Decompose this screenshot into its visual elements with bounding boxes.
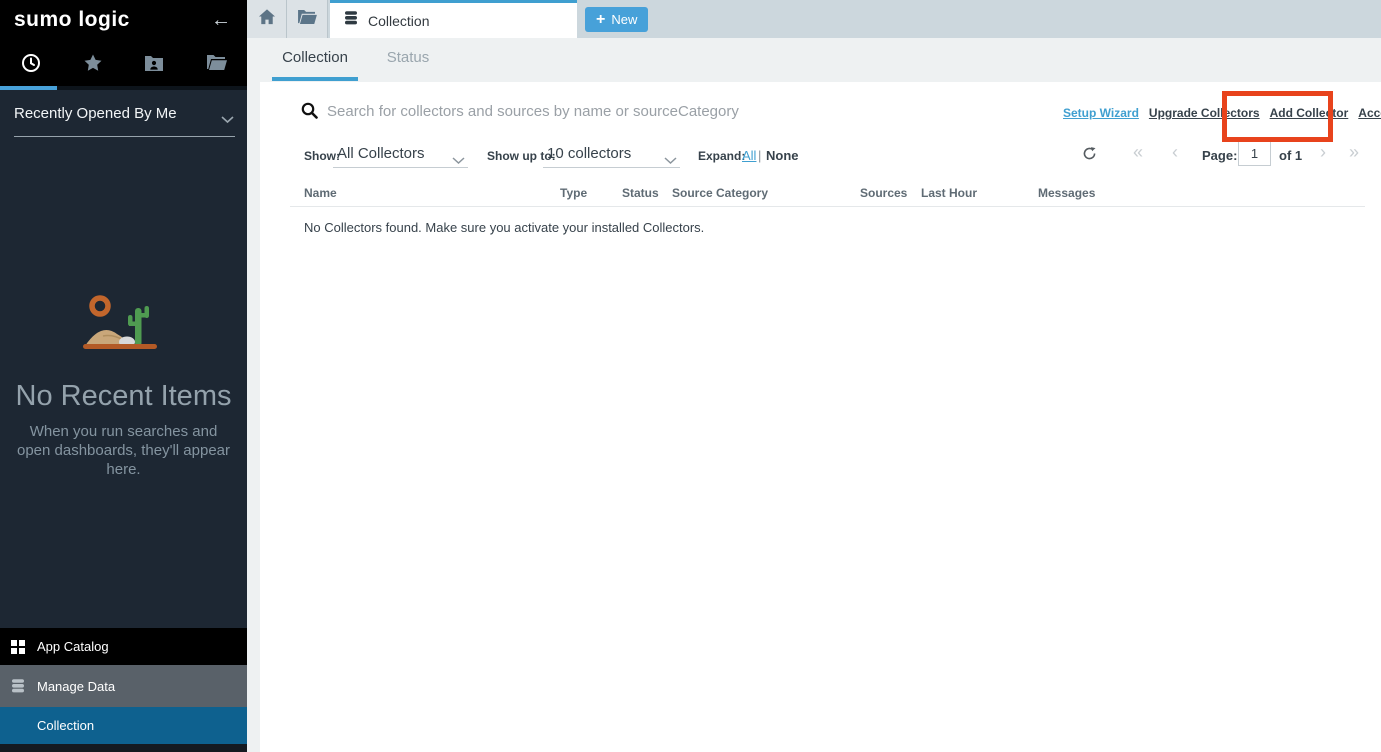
subtab-row: Collection Status [247,38,1381,82]
new-button-label: New [611,12,637,27]
upgrade-collectors-link[interactable]: Upgrade Collectors [1149,106,1260,120]
recent-filter-label: Recently Opened By Me [14,105,177,122]
column-header-source-category: Source Category [672,186,768,200]
shared-folder-icon [144,54,164,77]
column-header-sources: Sources [860,186,907,200]
page-number-input[interactable] [1238,141,1271,166]
clock-icon [21,53,41,78]
column-header-messages: Messages [1038,186,1095,200]
app-catalog-label: App Catalog [37,639,109,654]
show-up-to-value: 10 collectors [547,145,631,162]
sidebar-tab-shared[interactable] [124,40,186,90]
column-header-type: Type [560,186,587,200]
chevron-down-icon [221,111,234,129]
sidebar-tab-favorites[interactable] [62,40,124,90]
tab-collection[interactable]: Collection [330,0,577,38]
subtab-status[interactable]: Status [375,38,441,77]
grid-icon [10,639,27,655]
pagination-next-button[interactable]: › [1320,143,1326,161]
page-label: Page: [1202,148,1237,163]
expand-label: Expand: [698,149,745,163]
sidebar-icon-nav [0,40,247,90]
expand-separator: | [758,148,761,163]
show-up-to-select[interactable]: 10 collectors [543,142,680,168]
home-icon [258,8,276,30]
refresh-icon[interactable] [1082,146,1097,166]
open-folder-icon [297,9,317,30]
pagination-prev-button[interactable]: ‹ [1172,143,1178,161]
recent-filter-underline [14,136,235,137]
subtab-collection[interactable]: Collection [272,38,358,77]
sidebar-item-app-catalog[interactable]: App Catalog [0,628,247,665]
collector-links-row: Setup Wizard Upgrade Collectors Add Coll… [1063,106,1381,120]
table-header-divider [290,206,1365,207]
database-icon [343,10,359,31]
tab-collection-label: Collection [368,13,429,29]
open-folder-icon [206,54,227,76]
content-panel [260,82,1381,752]
show-collectors-select[interactable]: All Collectors [333,142,468,168]
logo-bar: sumo logic ← [0,0,247,40]
column-header-last-hour: Last Hour [921,186,977,200]
column-header-status: Status [622,186,659,200]
add-collector-link[interactable]: Add Collector [1270,106,1349,120]
sidebar-bottom-nav: App Catalog Manage Data Collection [0,628,247,752]
column-header-name: Name [304,186,337,200]
expand-none-link[interactable]: None [766,148,799,163]
chevron-down-icon [664,152,677,170]
search-input[interactable] [327,98,907,124]
pagination-last-button[interactable]: » [1349,143,1359,161]
sidebar-bottom-strip [0,744,247,752]
setup-wizard-link[interactable]: Setup Wizard [1063,106,1139,120]
empty-collectors-message: No Collectors found. Make sure you activ… [304,220,704,235]
collapse-sidebar-arrow-icon[interactable]: ← [211,9,231,32]
sidebar: sumo logic ← [0,0,247,752]
plus-icon: + [596,12,605,28]
database-icon [10,678,27,694]
sidebar-tab-library[interactable] [185,40,247,90]
page-count-label: of 1 [1279,148,1302,163]
app-root: sumo logic ← [0,0,1381,752]
recent-filter-dropdown[interactable]: Recently Opened By Me [0,90,247,138]
no-recent-items-subtitle: When you run searches and open dashboard… [11,422,236,479]
star-icon [83,53,103,78]
search-icon [301,102,318,124]
sidebar-item-collection[interactable]: Collection [0,707,247,744]
collection-label: Collection [37,718,94,733]
home-tab-button[interactable] [247,0,287,38]
no-recent-items-title: No Recent Items [0,380,247,413]
expand-all-link[interactable]: All [742,148,756,163]
main-area: Collection + New Collection Status Setup… [247,0,1381,752]
manage-data-label: Manage Data [37,679,115,694]
library-tab-button[interactable] [287,0,328,38]
sidebar-tab-recents[interactable] [0,40,62,90]
subtab-active-underline [272,77,358,81]
tab-strip: Collection + New [247,0,1381,38]
access-keys-link[interactable]: Access Keys [1358,106,1381,120]
show-collectors-value: All Collectors [337,145,425,162]
pagination-first-button[interactable]: « [1133,143,1143,161]
sidebar-item-manage-data[interactable]: Manage Data [0,665,247,707]
new-button[interactable]: + New [585,7,648,32]
chevron-down-icon [452,152,465,170]
sumo-logic-logo: sumo logic [14,8,130,32]
desert-empty-state-illustration [83,294,163,359]
